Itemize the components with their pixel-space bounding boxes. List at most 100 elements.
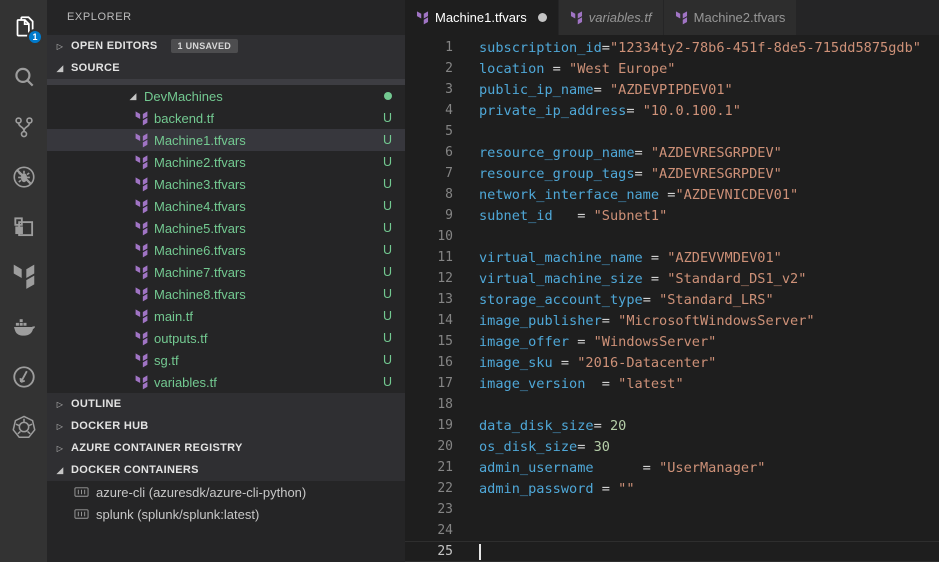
activity-item-docker[interactable] <box>0 302 47 352</box>
line-number: 25 <box>437 544 453 559</box>
terraform-file-icon <box>416 10 429 25</box>
activity-item-gauge[interactable] <box>0 352 47 402</box>
tree-row-devmachines[interactable]: ◢ DevMachines <box>47 85 405 107</box>
bug-off-icon <box>11 164 37 190</box>
tree-row-sg-tf[interactable]: sg.tf U <box>47 349 405 371</box>
section-label: DOCKER HUB <box>71 420 149 432</box>
terraform-file-icon <box>135 176 149 192</box>
code-line-23[interactable]: 23 <box>405 499 939 520</box>
code-line-16[interactable]: 16 image_sku = "2016-Datacenter" <box>405 352 939 373</box>
git-status-badge: U <box>382 199 392 213</box>
line-number: 1 <box>445 40 453 55</box>
line-number: 24 <box>437 523 453 538</box>
activity-item-kubernetes[interactable] <box>0 402 47 452</box>
code-line-18[interactable]: 18 <box>405 394 939 415</box>
code-line-5[interactable]: 5 <box>405 121 939 142</box>
terraform-file-icon <box>570 10 583 25</box>
tree-row-outputs-tf[interactable]: outputs.tf U <box>47 327 405 349</box>
git-status-badge: U <box>382 133 392 147</box>
activity-item-extensions[interactable] <box>0 202 47 252</box>
section-open-editors[interactable]: ▷ OPEN EDITORS 1 UNSAVED <box>47 35 405 57</box>
tree-row-machine6-tfvars[interactable]: Machine6.tfvars U <box>47 239 405 261</box>
line-content: location = "West Europe" <box>479 60 676 77</box>
terraform-icon <box>11 264 37 290</box>
tab-machine2-tfvars[interactable]: Machine2.tfvars <box>663 0 798 35</box>
section-source[interactable]: ◢ SOURCE <box>47 57 405 79</box>
code-line-9[interactable]: 9 subnet_id = "Subnet1" <box>405 205 939 226</box>
chevron-right-icon: ▷ <box>56 421 64 431</box>
editor-code-area[interactable]: 1 subscription_id="12334ty2-78b6-451f-8de… <box>405 35 939 562</box>
file-name: Machine7.tfvars <box>154 264 246 280</box>
line-number: 12 <box>437 271 453 286</box>
code-line-15[interactable]: 15 image_offer = "WindowsServer" <box>405 331 939 352</box>
code-line-3[interactable]: 3 public_ip_name= "AZDEVPIPDEV01" <box>405 79 939 100</box>
activity-item-source-control[interactable] <box>0 102 47 152</box>
code-line-1[interactable]: 1 subscription_id="12334ty2-78b6-451f-8de… <box>405 37 939 58</box>
explorer-sidebar: EXPLORER ▷ OPEN EDITORS 1 UNSAVED ◢ SOUR… <box>47 0 405 562</box>
file-name: Machine1.tfvars <box>154 132 246 148</box>
git-status-badge: U <box>382 221 392 235</box>
code-line-11[interactable]: 11 virtual_machine_name = "AZDEVVMDEV01" <box>405 247 939 268</box>
file-name: variables.tf <box>154 374 217 390</box>
file-name: main.tf <box>154 308 194 324</box>
code-line-4[interactable]: 4 private_ip_address= "10.0.100.1" <box>405 100 939 121</box>
code-line-10[interactable]: 10 <box>405 226 939 247</box>
terraform-file-icon <box>135 198 149 214</box>
code-line-14[interactable]: 14 image_publisher= "MicrosoftWindowsServ… <box>405 310 939 331</box>
tree-row-machine3-tfvars[interactable]: Machine3.tfvars U <box>47 173 405 195</box>
line-number: 16 <box>437 355 453 370</box>
line-number: 18 <box>437 397 453 412</box>
section-docker-hub[interactable]: ▷ DOCKER HUB <box>47 415 405 437</box>
tree-row-machine1-tfvars[interactable]: Machine1.tfvars U <box>47 129 405 151</box>
activity-item-terraform[interactable] <box>0 252 47 302</box>
code-line-24[interactable]: 24 <box>405 520 939 541</box>
line-number: 17 <box>437 376 453 391</box>
file-name: outputs.tf <box>154 330 208 346</box>
chevron-right-icon: ▷ <box>56 399 64 409</box>
tree-row-machine4-tfvars[interactable]: Machine4.tfvars U <box>47 195 405 217</box>
line-content: os_disk_size= 30 <box>479 438 610 455</box>
section-docker-containers[interactable]: ◢ DOCKER CONTAINERS <box>47 459 405 481</box>
activity-item-search[interactable] <box>0 52 47 102</box>
section-label: SOURCE <box>71 62 120 74</box>
section-outline[interactable]: ▷ OUTLINE <box>47 393 405 415</box>
terraform-file-icon <box>135 374 149 390</box>
code-line-17[interactable]: 17 image_version = "latest" <box>405 373 939 394</box>
code-line-13[interactable]: 13 storage_account_type= "Standard_LRS" <box>405 289 939 310</box>
tab-machine1-tfvars[interactable]: Machine1.tfvars <box>405 0 559 35</box>
tree-row-backend-tf[interactable]: backend.tf U <box>47 107 405 129</box>
code-line-21[interactable]: 21 admin_username = "UserManager" <box>405 457 939 478</box>
code-line-6[interactable]: 6 resource_group_name= "AZDEVRESGRPDEV" <box>405 142 939 163</box>
code-line-20[interactable]: 20 os_disk_size= 30 <box>405 436 939 457</box>
tree-row-machine7-tfvars[interactable]: Machine7.tfvars U <box>47 261 405 283</box>
editor-group: Machine1.tfvars variables.tf Machine2.tfva… <box>405 0 939 562</box>
code-line-8[interactable]: 8 network_interface_name ="AZDEVNICDEV01" <box>405 184 939 205</box>
git-status-badge: U <box>382 111 392 125</box>
code-line-25[interactable]: 25 <box>405 541 939 562</box>
tab-variables-tf[interactable]: variables.tf <box>558 0 664 35</box>
section-azure-container-registry[interactable]: ▷ AZURE CONTAINER REGISTRY <box>47 437 405 459</box>
git-status-badge: U <box>382 265 392 279</box>
line-content: subscription_id="12334ty2-78b6-451f-8de5… <box>479 39 921 56</box>
extensions-icon <box>11 214 37 240</box>
git-status-badge: U <box>382 177 392 191</box>
container-item[interactable]: azure-cli (azuresdk/azure-cli-python) <box>47 481 405 503</box>
code-line-22[interactable]: 22 admin_password = "" <box>405 478 939 499</box>
file-name: sg.tf <box>154 352 179 368</box>
line-content: admin_password = "" <box>479 480 635 497</box>
activity-item-explorer[interactable]: 1 <box>0 2 47 52</box>
code-line-19[interactable]: 19 data_disk_size= 20 <box>405 415 939 436</box>
container-icon <box>74 508 89 520</box>
line-number: 15 <box>437 334 453 349</box>
container-item[interactable]: splunk (splunk/splunk:latest) <box>47 503 405 525</box>
tree-row-machine8-tfvars[interactable]: Machine8.tfvars U <box>47 283 405 305</box>
file-name: Machine5.tfvars <box>154 220 246 236</box>
tree-row-main-tf[interactable]: main.tf U <box>47 305 405 327</box>
code-line-2[interactable]: 2 location = "West Europe" <box>405 58 939 79</box>
code-line-7[interactable]: 7 resource_group_tags= "AZDEVRESGRPDEV" <box>405 163 939 184</box>
activity-item-debug-disabled[interactable] <box>0 152 47 202</box>
tree-row-variables-tf[interactable]: variables.tf U <box>47 371 405 393</box>
code-line-12[interactable]: 12 virtual_machine_size = "Standard_DS1_v… <box>405 268 939 289</box>
tree-row-machine5-tfvars[interactable]: Machine5.tfvars U <box>47 217 405 239</box>
tree-row-machine2-tfvars[interactable]: Machine2.tfvars U <box>47 151 405 173</box>
